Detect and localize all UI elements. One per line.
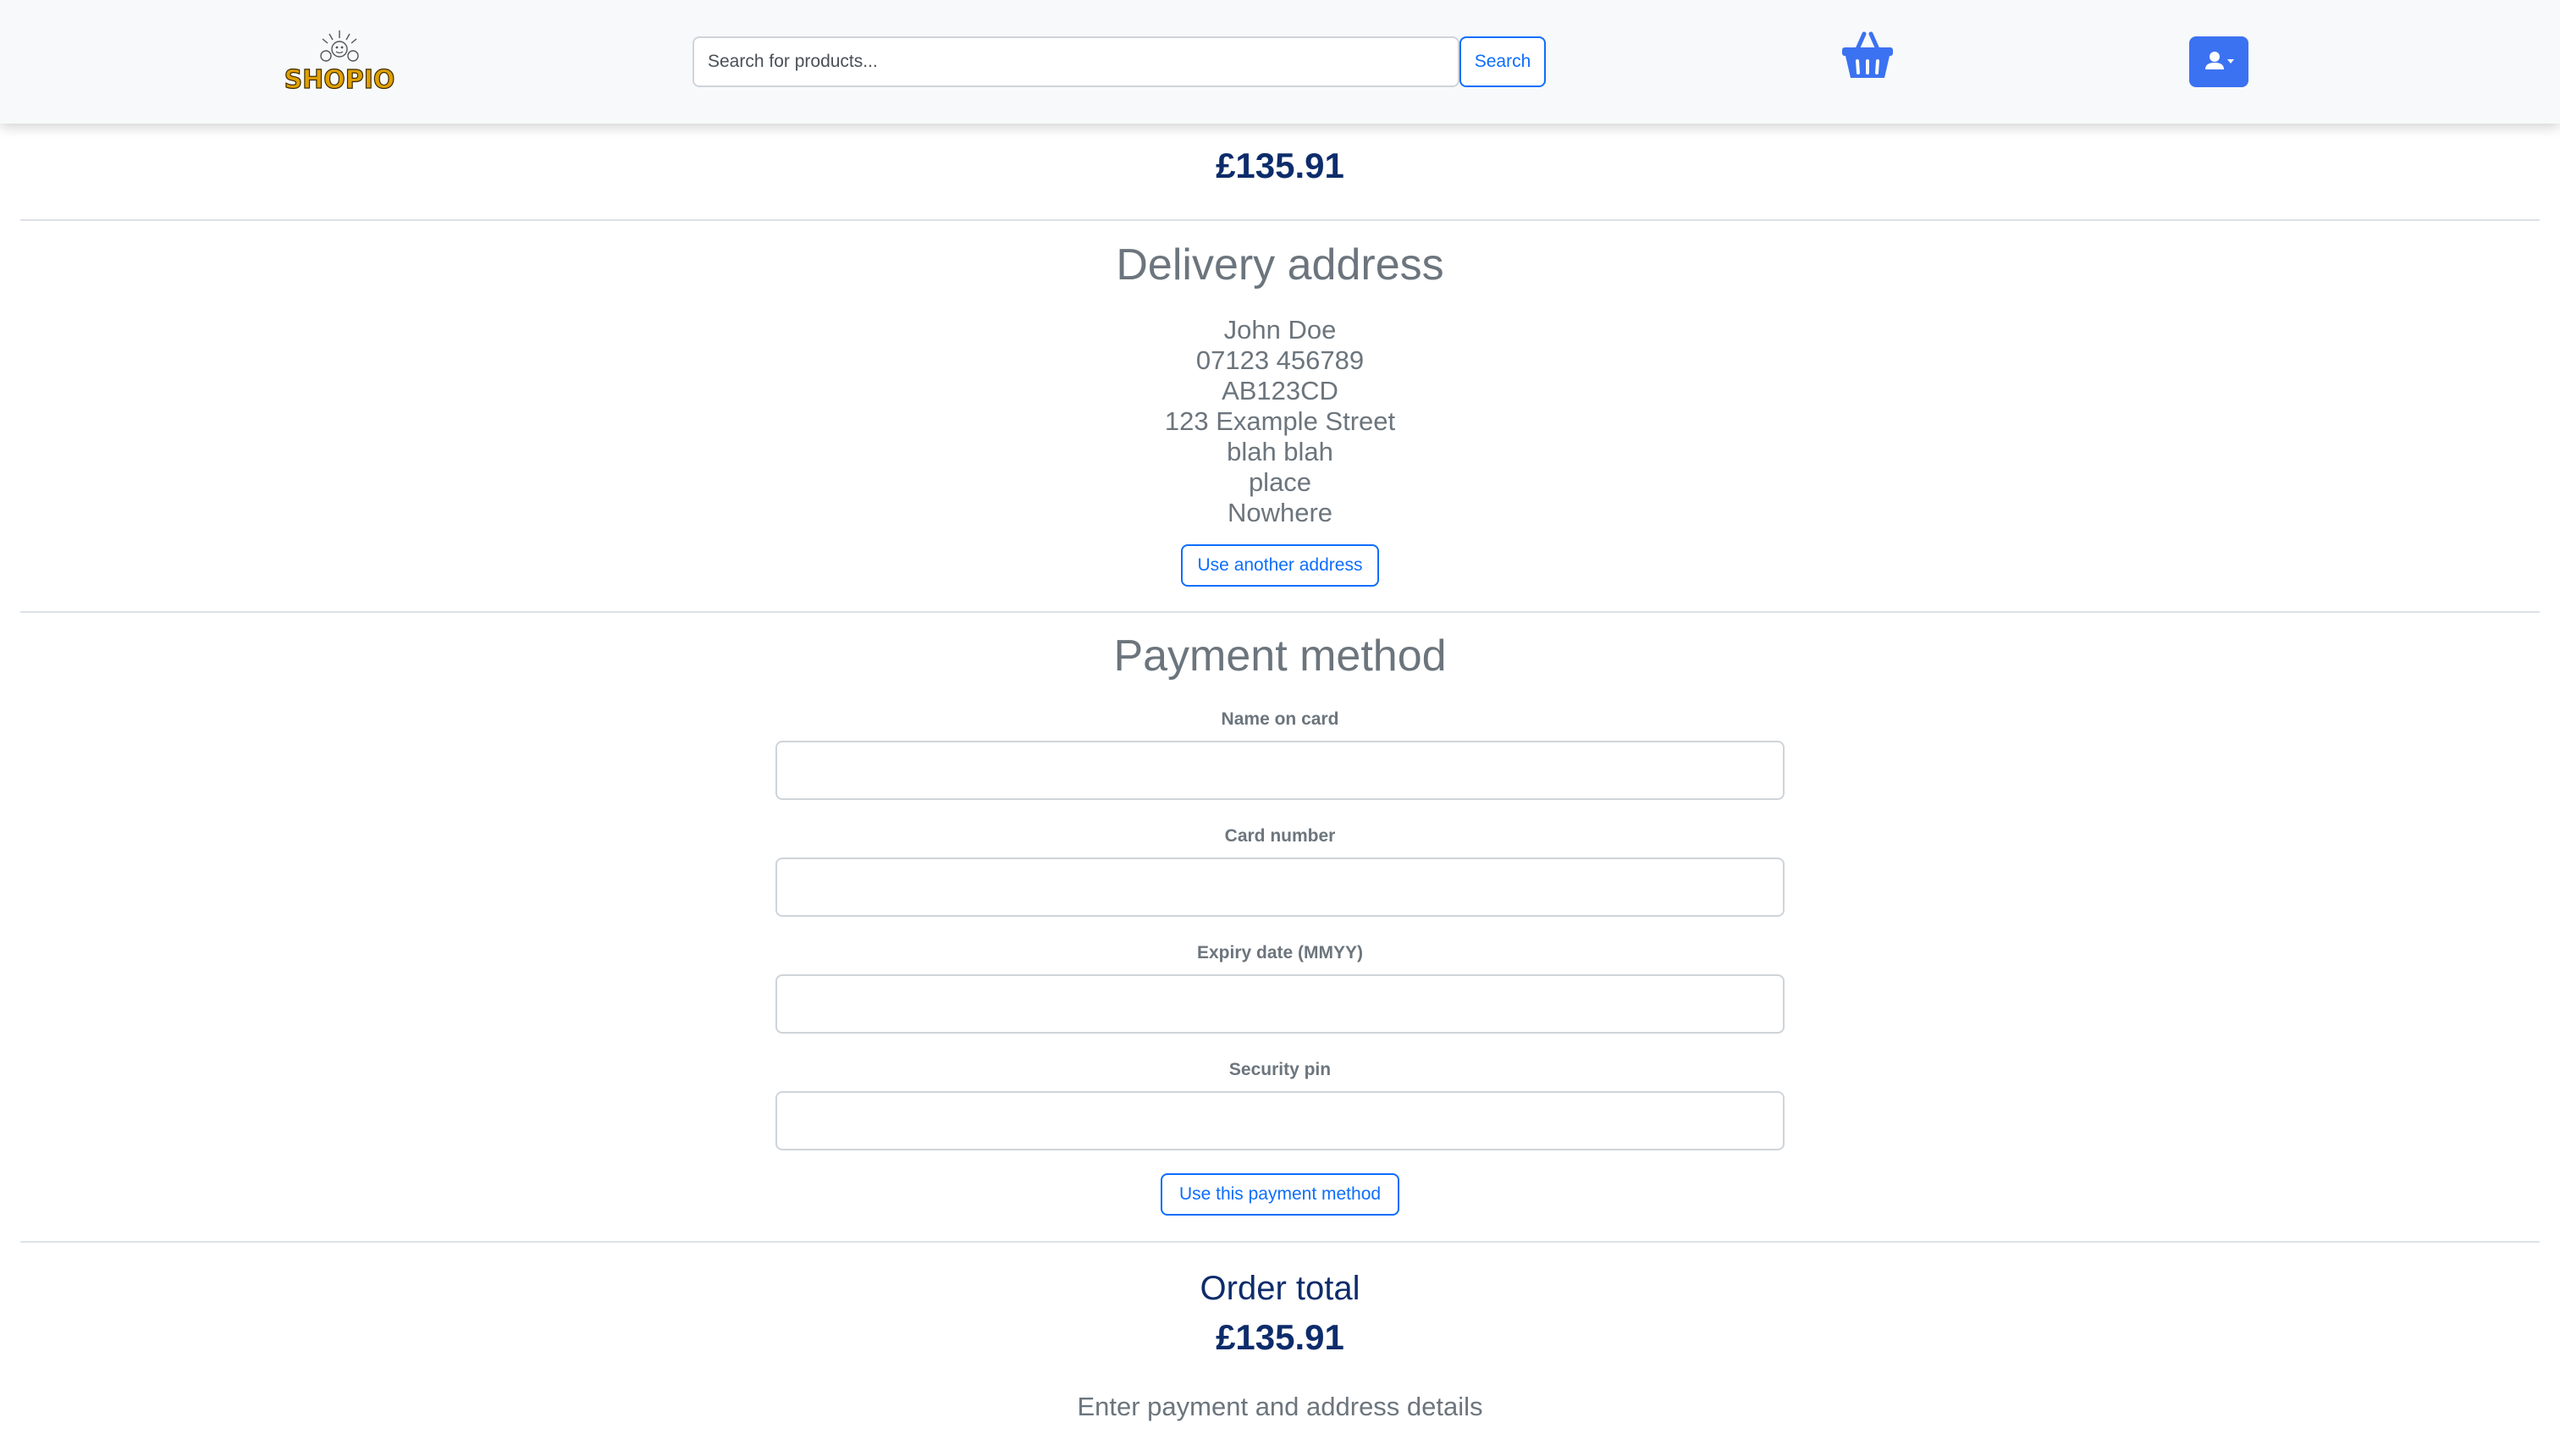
payment-method-heading: Payment method: [1113, 631, 1447, 681]
name-on-card-label: Name on card: [1221, 709, 1339, 729]
svg-text:SHOPIO: SHOPIO: [284, 65, 394, 95]
security-pin-label: Security pin: [1228, 1060, 1332, 1079]
address-line: 123 Example Street: [1164, 406, 1396, 436]
search-input[interactable]: [692, 36, 1459, 87]
address-line: John Doe: [1223, 315, 1337, 345]
address-line: 07123 456789: [1195, 345, 1365, 375]
name-on-card-input[interactable]: [775, 741, 1785, 800]
use-this-payment-method-button[interactable]: Use this payment method: [1161, 1173, 1399, 1216]
caret-down-icon: [2227, 59, 2234, 63]
section-divider: [20, 611, 2540, 613]
card-number-input[interactable]: [775, 858, 1785, 917]
order-total-bottom-amount: £135.91: [1216, 1317, 1344, 1357]
top-navbar: SHOPIO Search: [0, 0, 2560, 124]
expiry-date-input[interactable]: [775, 974, 1785, 1034]
delivery-address-heading: Delivery address: [1116, 240, 1444, 290]
user-icon: [2205, 52, 2234, 69]
shopio-logo[interactable]: SHOPIO: [284, 27, 394, 98]
order-total-bottom-heading: Order total: [1200, 1270, 1360, 1307]
security-pin-input[interactable]: [775, 1091, 1785, 1150]
use-another-address-button[interactable]: Use another address: [1181, 544, 1379, 587]
checkout-page: SHOPIO Search Order total £135.91: [0, 0, 2560, 1456]
payment-hint-text: Enter payment and address details: [1077, 1392, 1483, 1421]
address-line: Nowhere: [1227, 498, 1333, 527]
delivery-address-block: John Doe 07123 456789 AB123CD 123 Exampl…: [0, 315, 2560, 528]
user-menu-dropdown[interactable]: [2189, 36, 2248, 87]
section-divider: [20, 219, 2540, 221]
basket-icon[interactable]: [1839, 30, 1896, 81]
section-divider: [20, 1241, 2540, 1243]
card-number-label: Card number: [1224, 826, 1336, 846]
address-line: place: [1248, 467, 1312, 497]
search-button[interactable]: Search: [1459, 36, 1546, 87]
order-total-top-amount: £135.91: [1216, 146, 1344, 185]
address-line: AB123CD: [1222, 376, 1338, 405]
address-line: blah blah: [1227, 437, 1333, 466]
expiry-date-label: Expiry date (MMYY): [1196, 943, 1364, 962]
